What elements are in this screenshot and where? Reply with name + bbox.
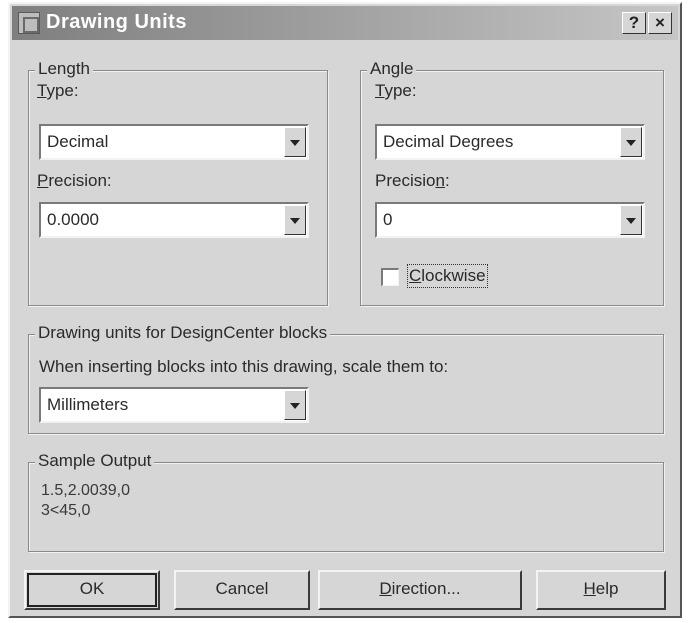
title-bar[interactable]: Drawing Units ? ×	[12, 6, 678, 40]
chevron-down-icon[interactable]	[620, 127, 642, 157]
angle-type-select[interactable]: Decimal Degrees	[375, 124, 645, 160]
angle-type-label: Type:	[375, 81, 417, 101]
chevron-down-icon[interactable]	[284, 127, 306, 157]
help-label: elp	[595, 579, 619, 598]
length-precision-value: 0.0000	[47, 210, 99, 229]
drawing-units-dialog: Drawing Units ? × Length Type: Decimal P…	[8, 2, 682, 618]
angle-legend: Angle	[367, 59, 417, 79]
length-precision-label-text: recision:	[48, 171, 112, 190]
drawing-units-icon	[18, 12, 40, 34]
clockwise-mnemonic: C	[409, 266, 422, 285]
angle-precision-mnemonic: n	[435, 171, 445, 190]
chevron-down-icon[interactable]	[284, 205, 306, 235]
cancel-button[interactable]: Cancel	[174, 570, 310, 610]
clockwise-label-text: lockwise	[421, 266, 486, 285]
window-title: Drawing Units	[46, 11, 187, 33]
help-mnemonic: H	[583, 579, 596, 598]
angle-precision-label-suffix: :	[444, 171, 450, 190]
direction-button[interactable]: Direction...	[318, 570, 522, 610]
direction-label: irection...	[391, 579, 461, 598]
sample-output-line-1: 1.5,2.0039,0	[41, 482, 130, 499]
designcenter-legend: Drawing units for DesignCenter blocks	[35, 323, 331, 343]
angle-type-label-text: ype:	[384, 81, 417, 100]
help-title-button[interactable]: ?	[622, 12, 646, 34]
angle-group: Angle Type: Decimal Degrees Precision: 0…	[360, 59, 664, 306]
length-type-select[interactable]: Decimal	[39, 124, 309, 160]
length-precision-mnemonic: P	[37, 171, 49, 190]
ok-button[interactable]: OK	[24, 570, 160, 610]
length-precision-label: Precision:	[37, 171, 112, 191]
sample-output-line-2: 3<45,0	[41, 502, 91, 519]
angle-precision-select[interactable]: 0	[375, 202, 645, 238]
direction-mnemonic: D	[379, 579, 392, 598]
clockwise-label[interactable]: Clockwise	[407, 264, 488, 288]
chevron-down-icon[interactable]	[620, 205, 642, 235]
close-button[interactable]: ×	[648, 12, 672, 34]
angle-precision-label: Precision:	[375, 171, 450, 191]
length-type-label-text: ype:	[46, 81, 79, 100]
length-type-label: Type:	[37, 81, 79, 101]
angle-precision-value: 0	[383, 210, 393, 229]
length-legend: Length	[35, 59, 93, 79]
sample-output-legend: Sample Output	[35, 451, 155, 471]
length-type-value: Decimal	[47, 132, 109, 151]
insertion-units-value: Millimeters	[47, 395, 129, 414]
chevron-down-icon[interactable]	[284, 390, 306, 420]
designcenter-description: When inserting blocks into this drawing,…	[39, 357, 449, 376]
help-button[interactable]: Help	[536, 570, 666, 610]
angle-precision-label-prefix: Precisio	[375, 171, 436, 190]
clockwise-checkbox[interactable]	[381, 268, 399, 286]
length-precision-select[interactable]: 0.0000	[39, 202, 309, 238]
angle-type-value: Decimal Degrees	[383, 132, 514, 151]
insertion-units-select[interactable]: Millimeters	[39, 387, 309, 423]
length-group: Length Type: Decimal Precision: 0.0000	[28, 59, 328, 306]
designcenter-units-group: Drawing units for DesignCenter blocks Wh…	[28, 323, 664, 434]
sample-output-group: Sample Output 1.5,2.0039,0 3<45,0	[28, 451, 664, 552]
